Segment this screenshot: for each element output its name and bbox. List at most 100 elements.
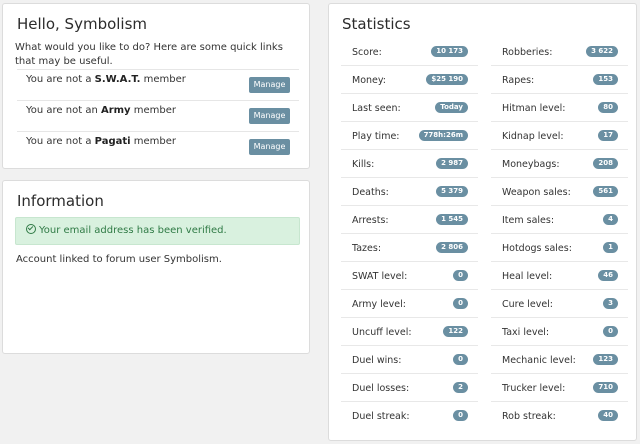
stat-label: Item sales: [502,215,555,226]
stat-label: Robberies: [502,47,553,58]
membership-text: You are not a Pagati member [26,136,177,147]
stat-label: Duel streak: [352,411,410,422]
membership-row-swat: You are not a S.W.A.T. member Manage [17,69,299,100]
stats-right-column: Robberies: 3 622 Rapes: 153 Hitman level: 80 K… [491,38,628,430]
stat-row-duel-wins: Duel wins: 0 [341,346,478,374]
alert-text: Your email address has been verified. [39,225,227,236]
stat-row-swat-level: SWAT level: 0 [341,262,478,290]
stat-label: Hotdogs sales: [502,243,572,254]
stat-label: Play time: [352,131,400,142]
stat-value-badge: 561 [593,186,618,197]
stat-value-badge: Today [435,102,468,113]
stat-value-badge: 1 545 [436,214,468,225]
statistics-title: Statistics [342,15,411,33]
stat-row-trucker-level: Trucker level: 710 [491,374,628,402]
stat-value-badge: 0 [453,410,468,421]
statistics-card: Statistics Score: 10 173 Money: $25 190 Last… [328,3,637,441]
stat-row-moneybags: Moneybags: 208 [491,150,628,178]
membership-text: You are not an Army member [26,105,177,116]
stat-value-badge: 208 [593,158,618,169]
stat-value-badge: 3 [603,298,618,309]
hello-title: Hello, Symbolism [17,15,148,33]
stat-row-uncuff-level: Uncuff level: 122 [341,318,478,346]
stat-row-cure-level: Cure level: 3 [491,290,628,318]
stat-label: Duel losses: [352,383,410,394]
stat-label: Rob streak: [502,411,556,422]
membership-row-pagati: You are not a Pagati member Manage [17,131,299,162]
hello-card: Hello, Symbolism What would you like to … [2,3,310,169]
stat-row-arrests: Arrests: 1 545 [341,206,478,234]
stat-value-badge: 153 [593,74,618,85]
manage-army-button[interactable]: Manage [249,108,290,124]
stat-row-army-level: Army level: 0 [341,290,478,318]
stat-value-badge: 778h:26m [418,130,468,141]
manage-swat-button[interactable]: Manage [249,77,290,93]
stat-value-badge: 5 379 [436,186,468,197]
stat-value-badge: 46 [598,270,618,281]
email-verified-alert: Your email address has been verified. [15,217,300,245]
hello-intro: What would you like to do? Here are some… [15,42,283,67]
stat-row-kills: Kills: 2 987 [341,150,478,178]
manage-pagati-button[interactable]: Manage [249,139,290,155]
group-name: S.W.A.T. [94,74,141,85]
information-title: Information [17,192,104,210]
stat-value-badge: 0 [603,326,618,337]
stat-value-badge: 0 [453,354,468,365]
stat-label: Taxi level: [502,327,550,338]
stat-label: Mechanic level: [502,355,576,366]
stat-row-duel-losses: Duel losses: 2 [341,374,478,402]
stat-value-badge: 4 [603,214,618,225]
check-circle-icon [26,224,36,234]
stat-value-badge: $25 190 [426,74,468,85]
stat-row-robberies: Robberies: 3 622 [491,38,628,66]
stat-value-badge: 2 [453,382,468,393]
stat-label: Tazes: [352,243,382,254]
stat-row-tazes: Tazes: 2 806 [341,234,478,262]
stat-value-badge: 0 [453,270,468,281]
stat-label: Kills: [352,159,375,170]
membership-row-army: You are not an Army member Manage [17,100,299,131]
stat-value-badge: 0 [453,298,468,309]
stat-label: Weapon sales: [502,187,571,198]
stat-value-badge: 3 622 [586,46,618,57]
stat-label: Hitman level: [502,103,566,114]
stat-value-badge: 80 [598,102,618,113]
stat-row-heal-level: Heal level: 46 [491,262,628,290]
stat-label: Cure level: [502,299,554,310]
stat-label: Arrests: [352,215,389,226]
membership-text: You are not a S.W.A.T. member [26,74,186,85]
stat-label: SWAT level: [352,271,408,282]
stat-value-badge: 40 [598,410,618,421]
stat-label: Heal level: [502,271,553,282]
stat-value-badge: 710 [593,382,618,393]
stat-value-badge: 10 173 [431,46,468,57]
forum-link-text: Account linked to forum user Symbolism. [16,254,222,265]
stat-row-rapes: Rapes: 153 [491,66,628,94]
stat-label: Duel wins: [352,355,402,366]
stat-label: Last seen: [352,103,401,114]
stat-value-badge: 2 806 [436,242,468,253]
stat-label: Deaths: [352,187,389,198]
stat-label: Uncuff level: [352,327,412,338]
stat-label: Money: [352,75,387,86]
stat-row-mechanic-level: Mechanic level: 123 [491,346,628,374]
stat-row-money: Money: $25 190 [341,66,478,94]
stat-row-rob-streak: Rob streak: 40 [491,402,628,430]
stat-row-duel-streak: Duel streak: 0 [341,402,478,430]
group-name: Pagati [94,136,131,147]
stat-label: Kidnap level: [502,131,564,142]
group-name: Army [100,105,131,116]
stat-row-weapon-sales: Weapon sales: 561 [491,178,628,206]
stat-row-kidnap-level: Kidnap level: 17 [491,122,628,150]
stat-value-badge: 17 [598,130,618,141]
stat-value-badge: 1 [603,242,618,253]
stat-label: Army level: [352,299,406,310]
stat-row-hitman-level: Hitman level: 80 [491,94,628,122]
stat-row-hotdogs-sales: Hotdogs sales: 1 [491,234,628,262]
stat-value-badge: 122 [443,326,468,337]
stat-row-last-seen: Last seen: Today [341,94,478,122]
stat-row-item-sales: Item sales: 4 [491,206,628,234]
stat-label: Trucker level: [502,383,566,394]
stat-label: Moneybags: [502,159,560,170]
stat-value-badge: 2 987 [436,158,468,169]
